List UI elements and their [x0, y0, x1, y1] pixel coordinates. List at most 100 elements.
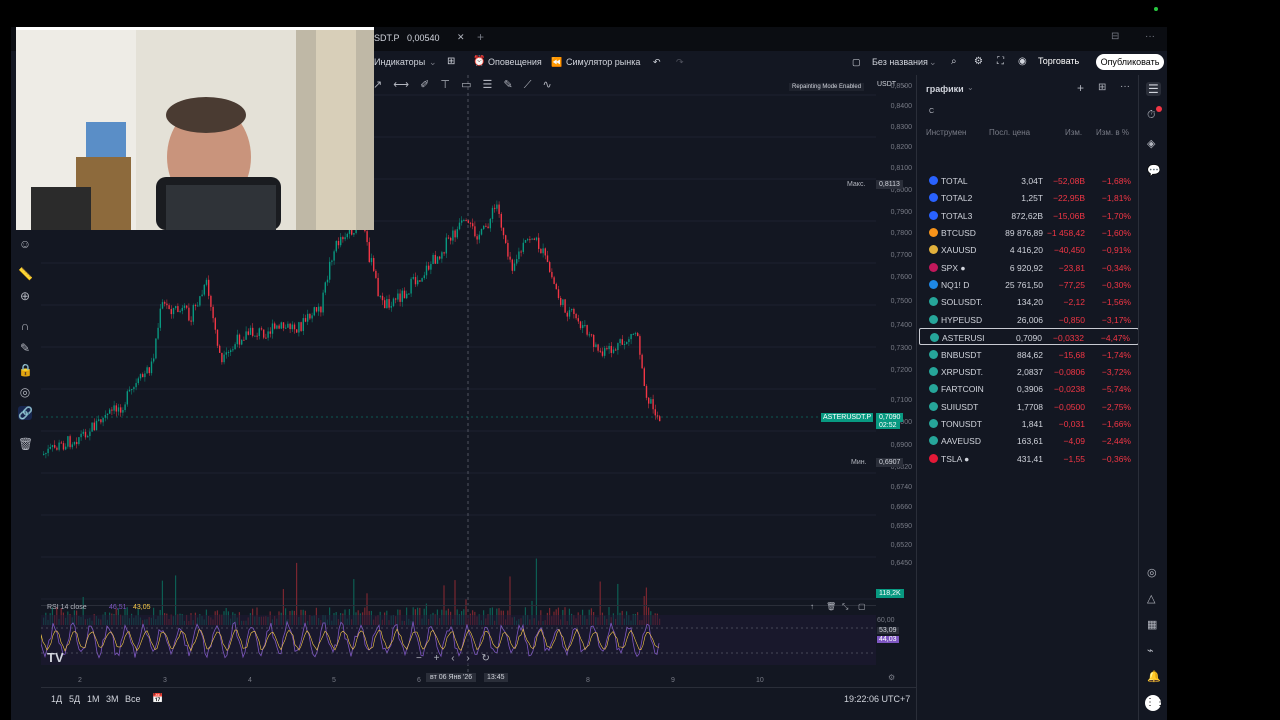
signal-icon[interactable]: ⌁ [1147, 644, 1154, 657]
more-icon[interactable]: ··· [1145, 31, 1155, 42]
ruler-icon[interactable]: 📏 [18, 267, 33, 281]
pane-separator[interactable] [41, 605, 876, 606]
alert-icon[interactable]: ⏰ [473, 56, 485, 67]
chevron-down-icon[interactable]: ⌄ [967, 83, 974, 92]
scroll-right-icon[interactable]: › [466, 653, 469, 664]
alerts-button[interactable]: Оповещения [488, 57, 542, 67]
reset-chart-icon[interactable]: ↻ [482, 653, 490, 664]
watchlist-row[interactable]: NQ1! D 25 761,50 −77,25 −0,30% [919, 276, 1139, 293]
bell-icon[interactable]: 🔔 [1147, 670, 1161, 683]
watchlist-row[interactable]: HYPEUSD 26,006 −0,850 −3,17% [919, 311, 1139, 328]
wave-icon[interactable]: ∿ [543, 79, 552, 91]
timeframe-1m[interactable]: 1М [87, 694, 100, 704]
quick-search-icon[interactable]: ⌕ [951, 56, 957, 67]
price-axis[interactable]: 0,8500 0,8400 0,8300 0,8200 0,8100 0,8000 0,79… [876, 75, 916, 695]
split-view-icon[interactable]: ⊟ [1111, 31, 1119, 42]
watchlist-row[interactable]: SUIUSDT 1,7708 −0,0500 −2,75% [919, 398, 1139, 415]
timeframe-all[interactable]: Все [125, 694, 141, 704]
path-icon[interactable]: ⟋ [524, 79, 532, 91]
layout-icon[interactable]: ▢ [852, 57, 861, 68]
candle [219, 345, 221, 353]
redo-icon[interactable]: ↷ [676, 57, 684, 68]
apps-icon[interactable]: ⋮⋮ [1145, 695, 1165, 711]
header-symbol[interactable]: Инструмен [926, 128, 966, 137]
rectangle-icon[interactable]: ▭ [461, 79, 471, 91]
lock-icon[interactable]: 🔒 [18, 363, 33, 377]
chart-tab-symbol[interactable]: SDT.P [374, 33, 400, 43]
indicators-button[interactable]: Индикаторы [374, 57, 425, 67]
watchlist-row[interactable]: BNBUSDT 884,62 −15,68 −1,74% [919, 346, 1139, 363]
zoom-in-icon[interactable]: + [434, 653, 440, 664]
maximize-pane-icon[interactable]: ▢ [858, 602, 866, 611]
timeframe-3m[interactable]: 3М [106, 694, 119, 704]
undo-icon[interactable]: ↶ [653, 57, 661, 68]
brush-icon[interactable]: ✎ [503, 79, 512, 91]
timeframe-5d[interactable]: 5Д [69, 694, 80, 704]
watchlist-row[interactable]: FARTCOIN 0,3906 −0,0238 −5,74% [919, 380, 1139, 397]
alerts-clock-icon[interactable]: ⏱ [1147, 109, 1156, 122]
market-simulator-button[interactable]: Симулятор рынка [566, 57, 640, 67]
watchlist-row[interactable]: TONUSDT 1,841 −0,031 −1,66% [919, 415, 1139, 432]
candle [260, 328, 263, 330]
replay-icon[interactable]: ⏪ [551, 57, 562, 68]
camera-icon[interactable]: ◉ [1018, 56, 1027, 67]
more-icon[interactable]: ··· [1120, 81, 1130, 92]
chat-icon[interactable]: 💬 [1147, 164, 1161, 177]
collapse-icon[interactable]: ⤡ [842, 602, 848, 612]
idea-icon[interactable]: △ [1147, 592, 1155, 605]
calendar-icon[interactable]: ▦ [1147, 618, 1157, 631]
watchlist-row[interactable]: BTCUSD 89 876,89 −1 458,42 −1,60% [919, 224, 1139, 241]
watchlist-row[interactable]: TOTAL2 1,25T −22,95B −1,81% [919, 189, 1139, 206]
header-pct[interactable]: Изм. в % [1096, 128, 1129, 137]
chevron-down-icon[interactable]: ⌄ [429, 57, 437, 68]
clock[interactable]: 19:22:06 UTC+7 [844, 694, 910, 704]
tradingview-logo[interactable]: TV [47, 650, 64, 665]
publish-button[interactable]: Опубликовать [1096, 54, 1164, 70]
settings-icon[interactable]: ⚙ [974, 56, 983, 67]
settings-icon[interactable]: ⚙ [888, 673, 895, 682]
link-icon[interactable]: 🔗 [18, 406, 33, 420]
magnet-icon[interactable]: ∩ [18, 319, 32, 333]
rsi-legend-label[interactable]: RSI 14 close [47, 604, 87, 611]
watchlist-row[interactable]: TSLA ● 431,41 −1,55 −0,36% [919, 450, 1139, 467]
new-tab-icon[interactable]: + [477, 30, 484, 44]
templates-icon[interactable]: ⊞ [447, 56, 455, 67]
fib-icon[interactable]: ⊤ [440, 79, 450, 91]
close-tab-icon[interactable]: ✕ [457, 32, 465, 43]
watchlist-row[interactable]: SOLUSDT. 134,20 −2,12 −1,56% [919, 293, 1139, 310]
watchlist-row[interactable]: AAVEUSD 163,61 −4,09 −2,44% [919, 432, 1139, 449]
watchlist-row[interactable]: ASTERUSI 0,7090 −0,0332 −4,47% [919, 328, 1139, 346]
pencil-lock-icon[interactable]: ✎ [18, 341, 32, 355]
zoom-in-icon[interactable]: ⊕ [18, 289, 32, 303]
watchlist-row[interactable]: TOTAL3 872,62B −15,06B −1,70% [919, 207, 1139, 224]
advanced-view-icon[interactable]: ⊞ [1098, 82, 1106, 93]
timeframe-1d[interactable]: 1Д [51, 694, 62, 704]
watchlist-row[interactable]: XRPUSDT. 2,0837 −0,0806 −3,72% [919, 363, 1139, 380]
header-chg[interactable]: Изм. [1065, 128, 1082, 137]
emoji-icon[interactable]: ☺ [18, 237, 32, 251]
header-last[interactable]: Посл. цена [989, 128, 1030, 137]
trade-button[interactable]: Торговать [1038, 56, 1079, 66]
zoom-out-icon[interactable]: − [416, 653, 422, 664]
layout-name-button[interactable]: Без названия [872, 57, 928, 67]
watchlist-icon[interactable]: ☰ [1146, 82, 1161, 96]
delete-pane-icon[interactable]: 🗑 [826, 602, 836, 611]
date-range-icon[interactable]: 📅 [152, 693, 163, 704]
eye-icon[interactable]: ◎ [18, 385, 32, 399]
channel-icon[interactable]: ☰ [483, 79, 493, 91]
pen-icon[interactable]: ✐ [420, 79, 429, 91]
layers-icon[interactable]: ◈ [1147, 137, 1155, 150]
scroll-left-icon[interactable]: ‹ [451, 653, 454, 664]
line-tool-icon[interactable]: ↗ [373, 79, 382, 91]
trash-icon[interactable]: 🗑 [18, 437, 33, 451]
target-icon[interactable]: ◎ [1147, 566, 1157, 579]
add-symbol-icon[interactable]: + [1077, 81, 1084, 95]
watchlist-row[interactable]: SPX ● 6 920,92 −23,81 −0,34% [919, 259, 1139, 276]
watchlist-row[interactable]: XAUUSD 4 416,20 −40,450 −0,91% [919, 241, 1139, 258]
move-up-icon[interactable]: ↑ [810, 602, 814, 611]
watchlist-row[interactable]: TOTAL 3,04T −52,08B −1,68% [919, 172, 1139, 189]
chevron-down-icon[interactable]: ⌄ [929, 57, 937, 68]
watchlist-title[interactable]: графики [926, 84, 964, 94]
fullscreen-icon[interactable]: ⛶ [997, 56, 1004, 67]
horizontal-line-icon[interactable]: ⟷ [393, 79, 409, 91]
